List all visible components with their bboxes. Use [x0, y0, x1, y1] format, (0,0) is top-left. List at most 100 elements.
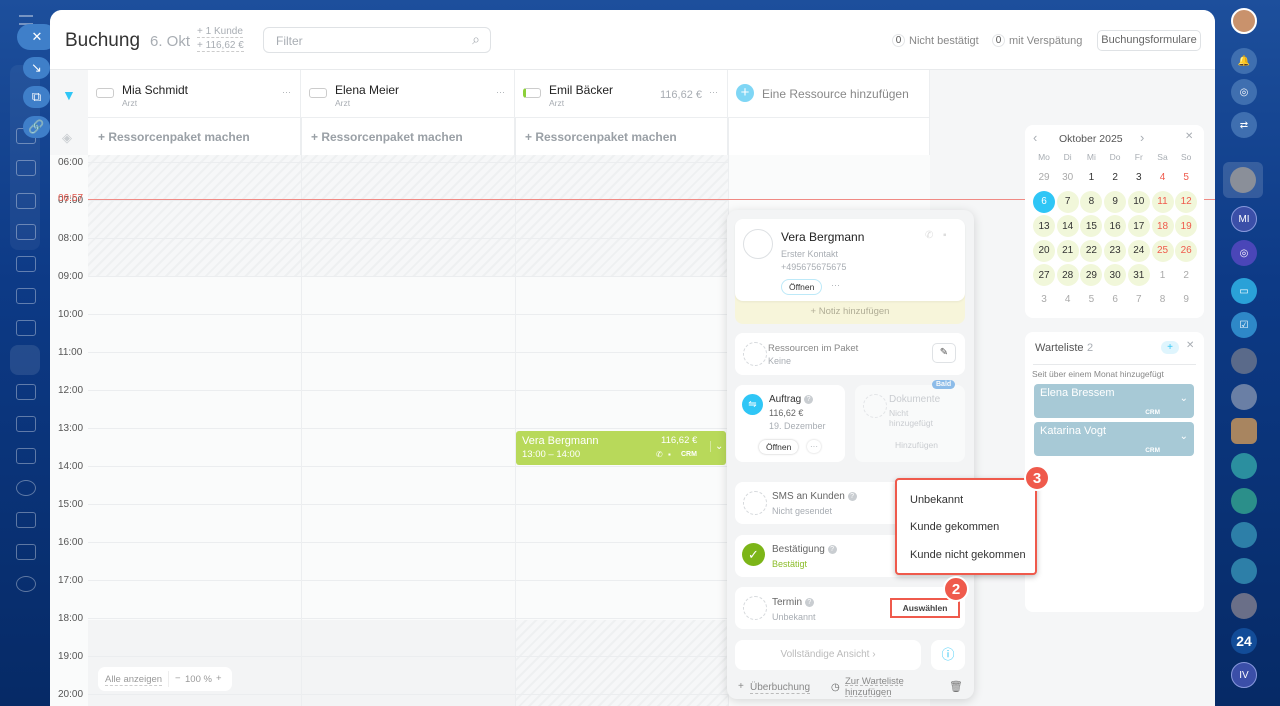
zoom-in-button[interactable]: +	[216, 673, 222, 684]
client-more-button[interactable]: ···	[831, 280, 840, 290]
calendar-day[interactable]: 13	[1033, 215, 1055, 237]
calendar-day[interactable]: 3	[1033, 289, 1055, 311]
chart-icon[interactable]	[16, 512, 36, 528]
group-chat-avatar[interactable]	[1231, 348, 1257, 374]
add-to-waitlist-button[interactable]: Zur Warteliste hinzufügen	[845, 676, 917, 698]
prev-month-button[interactable]: ‹	[1033, 130, 1037, 145]
calendar-day[interactable]: 20	[1033, 239, 1055, 262]
add-resource-button[interactable]: + Eine Ressource hinzufügen	[728, 70, 930, 118]
calendar-day[interactable]: 1	[1080, 166, 1102, 188]
calendar-day[interactable]: 25	[1151, 239, 1174, 262]
chat-icon[interactable]	[16, 320, 36, 336]
avatar-iv[interactable]: IV	[1231, 662, 1257, 688]
mail-icon[interactable]	[16, 256, 36, 272]
calendar-day[interactable]: 24	[1127, 239, 1150, 262]
user-avatar[interactable]	[1231, 8, 1257, 34]
sync-icon[interactable]: ⇄	[1231, 112, 1257, 138]
cart-icon[interactable]	[16, 448, 36, 464]
calendar-day[interactable]: 12	[1175, 190, 1198, 213]
calendar-day[interactable]: 10	[1127, 190, 1150, 213]
group-icon[interactable]	[1231, 522, 1257, 548]
calendar-day[interactable]: 4	[1152, 166, 1174, 188]
calendar-day[interactable]: 30	[1057, 166, 1079, 188]
open-order-button[interactable]: Öffnen	[759, 440, 798, 454]
calendar-day[interactable]: 21	[1056, 239, 1079, 262]
trash-icon[interactable]: 🗑	[949, 680, 963, 693]
schedule-icon[interactable]	[16, 544, 36, 560]
full-view-button[interactable]: Vollständige Ansicht ›	[735, 640, 921, 670]
appointment-select-button[interactable]: Auswählen	[890, 598, 960, 618]
phone-icon[interactable]: ✆	[925, 230, 933, 241]
chevron-down-icon[interactable]: ⌄	[1180, 431, 1188, 442]
calendar-icon[interactable]	[16, 288, 36, 304]
phone-icon[interactable]: ✆	[656, 450, 663, 459]
add-document-button[interactable]: Hinzufügen	[895, 440, 938, 450]
minimize-button[interactable]: ↘	[23, 57, 50, 79]
collapse-icon[interactable]: ✕	[1186, 340, 1194, 351]
calendar-day[interactable]: 23	[1104, 239, 1127, 262]
messages-icon[interactable]: ▭	[1231, 278, 1257, 304]
current-date[interactable]: 6. Okt	[150, 33, 190, 50]
group-icon[interactable]	[1231, 488, 1257, 514]
calendar-day[interactable]: 14	[1056, 215, 1079, 237]
calendar-day[interactable]: 30	[1104, 264, 1127, 286]
booking-forms-button[interactable]: Buchungsformulare	[1097, 30, 1201, 51]
crm-label[interactable]: CRM	[1145, 447, 1160, 454]
inbox-icon[interactable]	[16, 193, 36, 209]
calendar-day[interactable]: 3	[1128, 166, 1150, 188]
client-phone[interactable]: +495675675675	[781, 262, 846, 272]
chat-icon[interactable]: ▪	[668, 450, 671, 459]
collapse-icon[interactable]: ✕	[1185, 131, 1193, 142]
late-filter[interactable]: mit Verspätung	[1009, 35, 1082, 47]
client-name[interactable]: Vera Bergmann	[781, 230, 864, 244]
copilot-chat-icon[interactable]: ◎	[1231, 240, 1257, 266]
calendar-day[interactable]: 26	[1175, 239, 1198, 262]
calendar-day[interactable]: 28	[1056, 264, 1079, 286]
calendar-day[interactable]: 9	[1175, 289, 1197, 311]
option-client-came[interactable]: Kunde gekommen	[910, 521, 999, 533]
help-icon[interactable]: ?	[804, 394, 814, 404]
calendar-day[interactable]: 29	[1033, 166, 1055, 188]
unconfirmed-filter[interactable]: Nicht bestätigt	[909, 35, 979, 47]
chevron-down-icon[interactable]: ⌄	[710, 441, 723, 452]
help-icon[interactable]: ?	[847, 491, 857, 501]
filter-funnel-icon[interactable]: ▼	[62, 87, 76, 103]
cards-icon[interactable]	[16, 416, 36, 432]
calendar-day[interactable]: 17	[1127, 215, 1150, 237]
calendar-day[interactable]: 27	[1033, 264, 1055, 286]
open-new-window-button[interactable]: ⧉	[23, 86, 50, 108]
make-pack-button[interactable]: + Ressorcenpaket machen	[88, 118, 301, 155]
resource-header[interactable]: Emil Bäcker Arzt 116,62 € ···	[515, 70, 728, 118]
resource-header[interactable]: Mia Schmidt Arzt ···	[88, 70, 301, 118]
order-more-button[interactable]: ···	[807, 440, 821, 453]
resource-more-button[interactable]: ···	[496, 87, 505, 97]
chevron-down-icon[interactable]: ⌄	[1180, 393, 1188, 404]
calendar-day[interactable]: 2	[1104, 166, 1126, 188]
make-pack-button[interactable]: + Ressorcenpaket machen	[301, 118, 515, 155]
contacts-icon[interactable]	[16, 160, 36, 176]
bell-icon[interactable]: 🔔	[1231, 48, 1257, 74]
help-icon[interactable]: ?	[804, 597, 814, 607]
show-all-button[interactable]: Alle anzeigen	[105, 674, 163, 686]
stat-clients[interactable]: + 1 Kunde	[197, 26, 243, 38]
calendar-day[interactable]: 5	[1175, 166, 1197, 188]
calendar-day[interactable]: 6	[1033, 190, 1055, 213]
target-icon[interactable]	[16, 480, 36, 496]
resource-header[interactable]: Elena Meier Arzt ···	[301, 70, 515, 118]
calendar-day[interactable]: 15	[1080, 215, 1103, 237]
tasks-icon[interactable]	[16, 224, 36, 240]
calendar-day[interactable]: 2	[1175, 264, 1197, 286]
make-pack-button[interactable]: + Ressorcenpaket machen	[515, 118, 728, 155]
group-icon[interactable]	[1231, 558, 1257, 584]
calendar-day[interactable]: 16	[1104, 215, 1127, 237]
tasks-chat-icon[interactable]: ☑	[1231, 312, 1257, 338]
group-icon[interactable]	[1231, 453, 1257, 479]
calendar-day[interactable]: 1	[1152, 264, 1174, 286]
add-waitlist-button[interactable]: +	[1161, 341, 1179, 354]
calendar-day[interactable]: 4	[1057, 289, 1079, 311]
calendar-day[interactable]: 6	[1104, 289, 1126, 311]
info-button[interactable]: ⓘ	[931, 640, 965, 670]
calendar-day[interactable]: 31	[1127, 264, 1150, 286]
avatar-mi[interactable]: MI	[1231, 206, 1257, 232]
overbooking-button[interactable]: Überbuchung	[750, 682, 811, 694]
